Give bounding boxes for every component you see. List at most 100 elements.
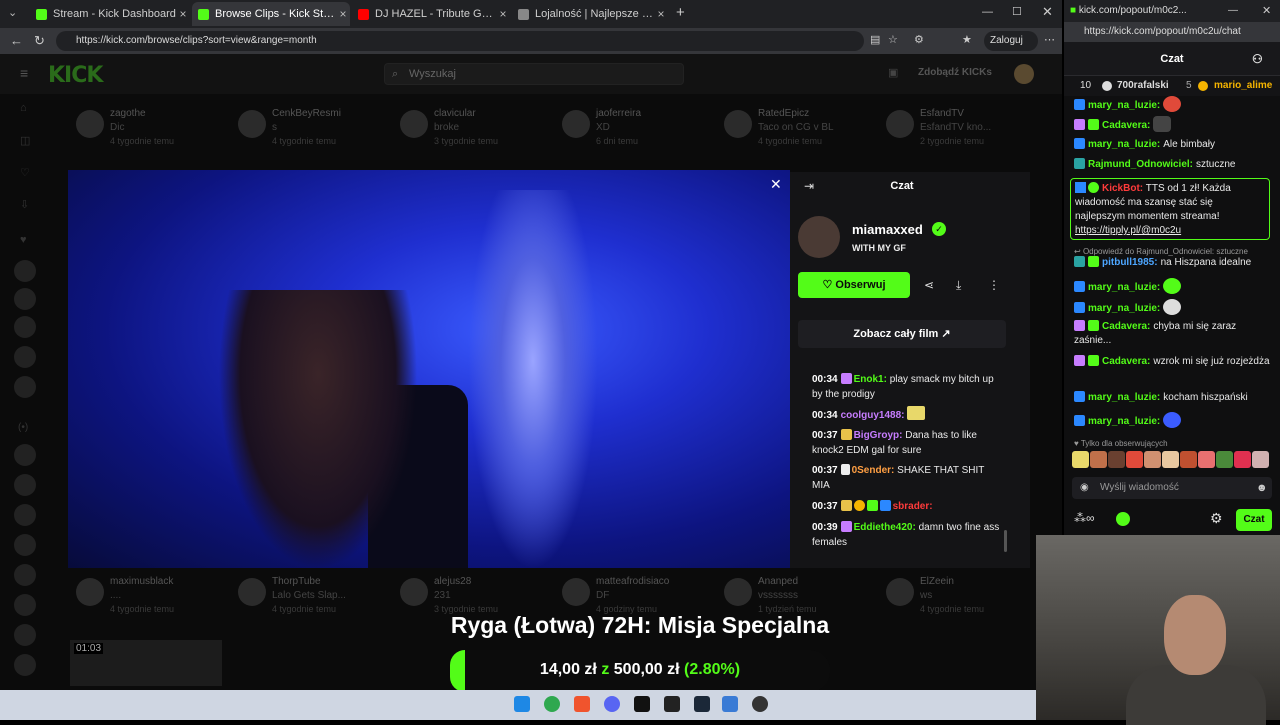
tab-youtube[interactable]: DJ HAZEL - Tribute Great Song (M × [352,2,510,26]
kick-coin-icon[interactable] [1116,512,1130,526]
sidebar-channel[interactable] [14,288,36,310]
close-tab-icon[interactable]: × [336,7,350,21]
close-tab-icon[interactable]: × [496,7,510,21]
new-tab-icon[interactable]: + [676,4,685,21]
search-input[interactable]: ⌕ Wyszukaj [384,63,684,85]
emote-icon[interactable] [1144,451,1161,468]
reload-icon[interactable]: ↻ [34,33,45,49]
extensions-icon[interactable]: ⚙ [914,33,924,46]
emote-icon[interactable] [1090,451,1107,468]
clip-card[interactable]: alejus28 231 3 tygodnie temu [394,574,544,614]
kick-logo[interactable]: KICK [48,63,103,88]
minimize-icon[interactable]: — [982,6,993,18]
watch-full-button[interactable]: Zobacz cały film ↗ [798,320,1006,348]
avatar[interactable] [1014,64,1034,84]
tab-stream-dashboard[interactable]: Stream - Kick Dashboard × [30,2,190,26]
app-icon[interactable] [722,696,738,712]
emote-icon[interactable] [1252,451,1269,468]
user-settings-icon[interactable]: ⚇ [1252,42,1263,76]
favorites-bar-icon[interactable]: ★ [962,33,972,46]
close-icon[interactable]: ✕ [770,176,782,193]
url-field[interactable]: https://kick.com/browse/clips?sort=view&… [56,31,864,51]
close-window-icon[interactable]: ✕ [1042,4,1053,20]
emote-icon[interactable] [1180,451,1197,468]
sidebar-channel[interactable] [14,260,36,282]
streamer-name[interactable]: miamaxxed [852,222,923,237]
emote-icon[interactable] [1216,451,1233,468]
sidebar-channel[interactable] [14,376,36,398]
sidebar-channel[interactable] [14,504,36,526]
back-icon[interactable]: ← [10,33,23,48]
clip-card[interactable]: jaoferreira XD 6 dni temu [556,106,706,146]
close-tab-icon[interactable]: × [176,7,190,21]
download-icon[interactable]: ⤓ [956,278,961,293]
close-window-icon[interactable]: ✕ [1262,0,1271,22]
epic-games-icon[interactable] [664,696,680,712]
emote-icon[interactable] [1108,451,1125,468]
tip-link[interactable]: https://tipply.pl/@m0c2u [1075,225,1181,236]
reader-icon[interactable]: ▤ [870,33,880,46]
clip-card[interactable]: RatedEpicz Taco on CG v BL 4 tygodnie temu [718,106,868,146]
sidebar-channel[interactable] [14,474,36,496]
tab-lojalnosc[interactable]: Lojalność | Najlepsze oprogramo × [512,2,668,26]
emote-icon[interactable] [1198,451,1215,468]
minimize-icon[interactable]: — [1228,0,1238,22]
chat-input[interactable]: ◉ Wyślij wiadomość ☻ [1072,477,1272,499]
share-icon[interactable]: ⋖ [924,278,934,292]
clip-video-player[interactable] [68,170,790,568]
browse-icon[interactable]: ◫ [20,134,30,147]
clip-thumbnail[interactable]: 01:03 [70,640,222,686]
tab-list-icon[interactable]: ⌄ [8,6,17,19]
sidebar-channel[interactable] [14,444,36,466]
emote-icon[interactable] [1126,451,1143,468]
clip-card[interactable]: EsfandTV EsfandTV kno... 2 tygodnie temu [880,106,1030,146]
sidebar-channel[interactable] [14,594,36,616]
clip-card[interactable]: zagothe Dic 4 tygodnie temu [70,106,220,146]
avatar[interactable] [798,216,840,258]
sidebar-channel[interactable] [14,624,36,646]
brave-icon[interactable] [574,696,590,712]
follow-button[interactable]: ♡ Obserwuj [798,272,910,298]
sidebar-channel[interactable] [14,534,36,556]
login-button[interactable]: Zaloguj [984,31,1038,51]
more-icon[interactable]: ⋮ [988,278,1000,292]
tab-browse-clips[interactable]: Browse Clips - Kick Streaming × [192,2,350,26]
badge-icon [866,500,878,511]
obs-icon[interactable] [634,696,650,712]
send-chat-button[interactable]: Czat [1236,509,1272,531]
sidebar-channel[interactable] [14,654,36,676]
sidebar-channel[interactable] [14,316,36,338]
maximize-icon[interactable]: ☐ [1012,5,1022,18]
home-icon[interactable]: ⌂ [20,102,27,114]
emoji-icon[interactable]: ☻ [1256,477,1268,499]
app-icon[interactable] [752,696,768,712]
following-icon[interactable]: ♡ [20,166,30,179]
chat-icon[interactable]: ▣ [888,66,898,79]
sidebar-channel[interactable] [14,346,36,368]
clip-card[interactable]: CenkBeyResmi s 4 tygodnie temu [232,106,382,146]
clip-card[interactable]: ElZeein ws 4 tygodnie temu [880,574,1030,614]
get-kicks-button[interactable]: Zdobądź KICKs [918,67,992,78]
favorite-icon[interactable]: ☆ [888,33,898,46]
hamburger-icon[interactable]: ≡ [20,65,28,81]
emote-icon[interactable] [1234,451,1251,468]
chat-scrollbar[interactable] [1004,530,1007,552]
clip-card[interactable]: matteafrodisiaco DF 4 godziny temu [556,574,706,614]
close-tab-icon[interactable]: × [654,7,668,21]
gear-icon[interactable]: ⚙ [1210,510,1223,527]
windows-start-icon[interactable] [514,696,530,712]
clips-icon[interactable]: ⇩ [20,198,29,211]
steam-icon[interactable] [694,696,710,712]
discord-icon[interactable] [604,696,620,712]
clip-card[interactable]: maximusblack.... 4 tygodnie temu [70,574,220,614]
clip-card[interactable]: ThorpTube Lalo Gets Slap... 4 tygodnie tem… [232,574,382,614]
edge-icon[interactable] [544,696,560,712]
menu-dots-icon[interactable]: ⋯ [1044,33,1055,46]
heart-icon[interactable]: ♥ [20,234,27,246]
emote-icon[interactable] [1072,451,1089,468]
sidebar-channel[interactable] [14,564,36,586]
emote-icon[interactable] [1162,451,1179,468]
clip-card[interactable]: Ananped vsssssss 1 tydzień temu [718,574,868,614]
points-icon[interactable]: ⁂∞ [1074,511,1095,525]
clip-card[interactable]: clavicular broke 3 tygodnie temu [394,106,544,146]
